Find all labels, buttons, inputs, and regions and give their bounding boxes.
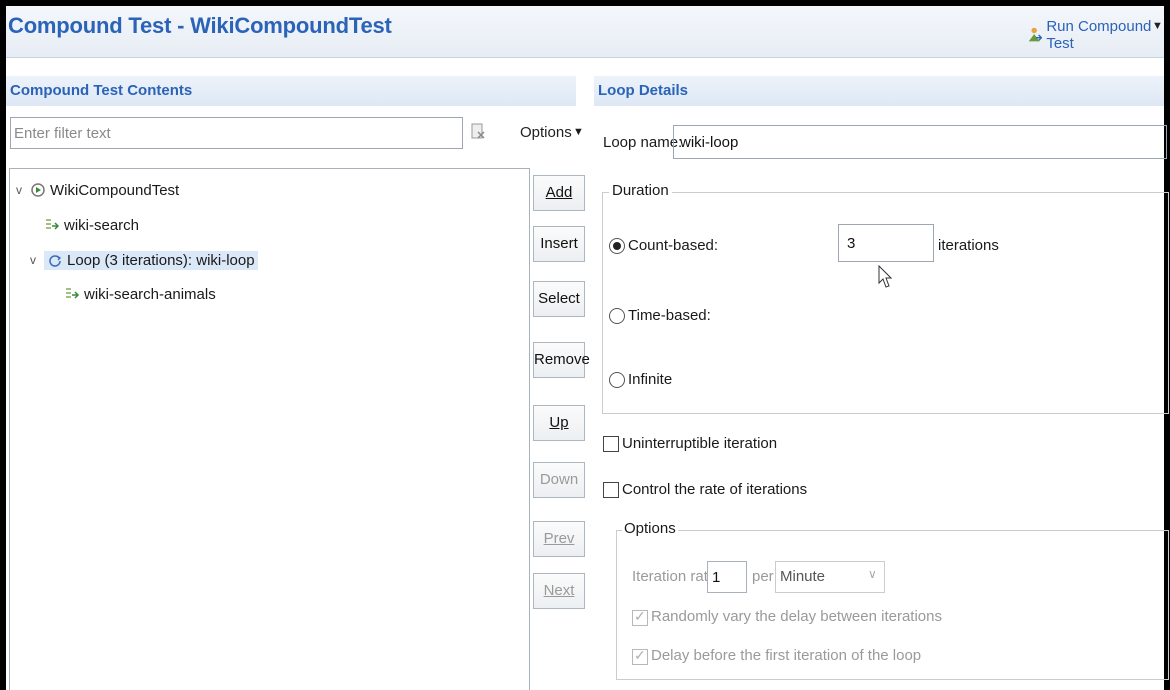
options-dropdown-arrow-icon[interactable]: ▼ bbox=[573, 126, 584, 138]
remove-button-label: Remove bbox=[534, 351, 590, 368]
run-compound-test-button[interactable]: Run Compound Test bbox=[1026, 18, 1170, 52]
test-icon bbox=[46, 219, 60, 230]
up-button-label: Up bbox=[549, 414, 569, 431]
uninterruptible-checkbox[interactable] bbox=[603, 436, 619, 452]
down-button-label: Down bbox=[539, 471, 579, 488]
insert-button[interactable]: Insert bbox=[533, 226, 585, 262]
infinite-label: Infinite bbox=[628, 371, 673, 388]
loop-details-header: Loop Details bbox=[594, 76, 1164, 106]
loop-name-label: Loop name: bbox=[603, 134, 683, 151]
add-button-label: Add bbox=[545, 184, 573, 201]
tree-item-wiki-search[interactable]: wiki-search bbox=[44, 214, 139, 236]
insert-button-label: Insert bbox=[540, 235, 578, 252]
add-button[interactable]: Add bbox=[533, 175, 585, 211]
random-delay-label: Randomly vary the delay between iteratio… bbox=[651, 608, 942, 625]
duration-legend: Duration bbox=[609, 182, 672, 199]
next-button-label: Next bbox=[543, 582, 575, 599]
chevron-down-icon[interactable]: ∨ bbox=[868, 567, 877, 581]
next-button[interactable]: Next bbox=[533, 573, 585, 609]
uninterruptible-label: Uninterruptible iteration bbox=[622, 435, 778, 452]
delay-first-checkbox[interactable] bbox=[632, 647, 648, 665]
loop-name-field[interactable] bbox=[673, 125, 1167, 159]
expand-chevron-icon[interactable]: v bbox=[30, 253, 44, 267]
select-button[interactable]: Select bbox=[533, 281, 585, 317]
options-legend: Options bbox=[622, 520, 678, 537]
compound-test-icon bbox=[31, 183, 45, 197]
selected-row-highlight: Loop (3 iterations): wiki-loop bbox=[44, 250, 258, 270]
prev-button[interactable]: Prev bbox=[533, 521, 585, 557]
iteration-count-input[interactable] bbox=[839, 225, 933, 261]
tree-item-wikicompoundtest[interactable]: v WikiCompoundTest bbox=[16, 179, 179, 201]
filter-field[interactable] bbox=[10, 117, 463, 149]
options-menu[interactable]: Options bbox=[520, 124, 572, 141]
compound-test-tree[interactable]: v WikiCompoundTest wiki-search v Loop (3… bbox=[9, 168, 530, 690]
remove-button[interactable]: Remove bbox=[533, 342, 590, 378]
filter-input[interactable] bbox=[11, 118, 462, 148]
run-dropdown-arrow-icon[interactable]: ▼ bbox=[1152, 20, 1163, 32]
count-based-label: Count-based: bbox=[628, 237, 719, 254]
tree-item-label: WikiCompoundTest bbox=[50, 181, 180, 199]
iteration-count-field[interactable] bbox=[838, 224, 934, 262]
select-button-label: Select bbox=[538, 290, 580, 307]
clear-filter-icon[interactable] bbox=[470, 122, 486, 142]
compound-test-contents-header: Compound Test Contents bbox=[6, 76, 576, 106]
tree-item-loop[interactable]: v Loop (3 iterations): wiki-loop bbox=[30, 249, 258, 271]
per-label: per bbox=[752, 568, 774, 585]
down-button[interactable]: Down bbox=[533, 462, 585, 498]
tree-item-label: Loop (3 iterations): wiki-loop bbox=[67, 251, 255, 269]
time-based-radio[interactable] bbox=[609, 308, 625, 324]
control-rate-checkbox[interactable] bbox=[603, 482, 619, 498]
test-icon bbox=[66, 288, 80, 299]
run-test-icon bbox=[1028, 27, 1043, 42]
rate-unit-value: Minute bbox=[780, 568, 826, 585]
up-button[interactable]: Up bbox=[533, 405, 585, 441]
page-title: Compound Test - WikiCompoundTest bbox=[8, 13, 392, 38]
tree-item-label: wiki-search bbox=[64, 216, 140, 234]
control-rate-label: Control the rate of iterations bbox=[622, 481, 808, 498]
iterations-label: iterations bbox=[938, 237, 999, 254]
loop-name-input[interactable] bbox=[674, 126, 1166, 158]
prev-button-label: Prev bbox=[543, 530, 575, 547]
tree-item-wiki-search-animals[interactable]: wiki-search-animals bbox=[64, 283, 216, 305]
mouse-cursor-icon bbox=[878, 265, 892, 288]
loop-icon bbox=[49, 255, 62, 267]
random-delay-checkbox[interactable] bbox=[632, 608, 648, 626]
infinite-radio[interactable] bbox=[609, 372, 625, 388]
window-frame-left bbox=[0, 6, 6, 690]
iteration-rate-field[interactable] bbox=[707, 561, 747, 593]
count-based-radio[interactable] bbox=[609, 238, 625, 254]
iteration-rate-input[interactable] bbox=[708, 562, 746, 592]
time-based-label: Time-based: bbox=[628, 307, 711, 324]
expand-chevron-icon[interactable]: v bbox=[16, 183, 30, 197]
tree-item-label: wiki-search-animals bbox=[84, 285, 216, 303]
delay-first-label: Delay before the first iteration of the … bbox=[651, 647, 922, 664]
